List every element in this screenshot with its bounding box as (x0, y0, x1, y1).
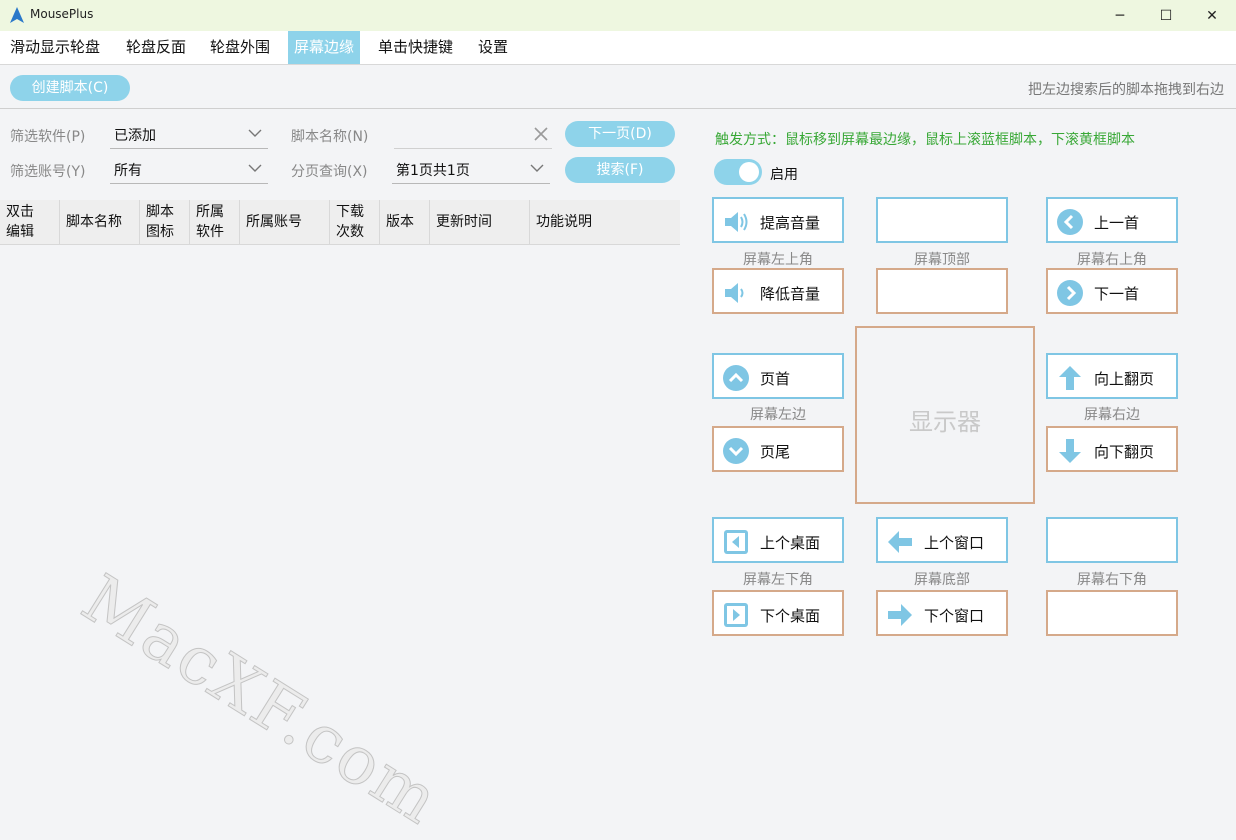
col-description[interactable]: 功能说明 (530, 200, 680, 244)
divider (0, 108, 1236, 109)
slot-label: 页尾 (760, 443, 791, 461)
menu-bar: 滑动显示轮盘 轮盘反面 轮盘外围 屏幕边缘 单击快捷键 设置 (0, 31, 1236, 65)
tab-wheel-outer[interactable]: 轮盘外围 (204, 31, 276, 64)
slot-bottom-up[interactable]: 上个窗口 (876, 517, 1008, 563)
slot-left-up[interactable]: 页首 (712, 353, 844, 399)
desktop-prev-icon (724, 530, 748, 554)
slot-bottom-right-up[interactable] (1046, 517, 1178, 563)
slot-top-up[interactable] (876, 197, 1008, 243)
chevron-down-icon (248, 129, 262, 137)
script-table-header: 双击 编辑 脚本名称 脚本 图标 所属 软件 所属账号 下载 次数 版本 更新时… (0, 200, 680, 245)
slot-bottom-down[interactable]: 下个窗口 (876, 590, 1008, 636)
filter-software-select[interactable]: 已添加 (110, 122, 268, 149)
slot-left-down[interactable]: 页尾 (712, 426, 844, 472)
window-title: MousePlus (30, 7, 94, 21)
page-query-select[interactable]: 第1页共1页 (392, 157, 550, 184)
slot-label: 上一首 (1094, 214, 1140, 232)
slot-label: 向下翻页 (1094, 443, 1155, 461)
filter-account-value: 所有 (114, 163, 142, 179)
tab-wheel-back[interactable]: 轮盘反面 (120, 31, 192, 64)
col-update-time[interactable]: 更新时间 (430, 200, 530, 244)
filter-account-select[interactable]: 所有 (110, 157, 268, 184)
tab-screen-edge[interactable]: 屏幕边缘 (288, 31, 361, 64)
page-query-label: 分页查询(X) (291, 164, 368, 180)
slot-top-left-up[interactable]: 提高音量 (712, 197, 844, 243)
clear-icon[interactable] (532, 125, 550, 143)
slot-top-down[interactable] (876, 268, 1008, 314)
arrow-down-icon (1059, 439, 1081, 463)
monitor-area: 显示器 (855, 326, 1035, 504)
zone-label-bottom-right: 屏幕右下角 (1077, 572, 1147, 588)
tab-click-hotkey[interactable]: 单击快捷键 (372, 31, 459, 64)
filter-software-label: 筛选软件(P) (10, 129, 86, 145)
close-button[interactable]: ✕ (1189, 0, 1235, 31)
script-name-input[interactable] (394, 122, 518, 146)
zone-label-bottom-left: 屏幕左下角 (743, 572, 813, 588)
zone-label-bottom: 屏幕底部 (914, 572, 970, 588)
monitor-label: 显示器 (909, 408, 981, 436)
slot-label: 下个桌面 (760, 607, 821, 625)
slot-label: 上个桌面 (760, 534, 821, 552)
page-query-value: 第1页共1页 (396, 163, 470, 179)
col-software[interactable]: 所属 软件 (190, 200, 240, 244)
col-version[interactable]: 版本 (380, 200, 430, 244)
minimize-button[interactable]: ─ (1097, 0, 1143, 31)
toggle-knob (739, 162, 759, 182)
slot-label: 下一首 (1094, 285, 1140, 303)
next-page-button[interactable]: 下一页(D) (565, 121, 675, 147)
drag-hint-text: 把左边搜索后的脚本拖拽到右边 (1028, 82, 1224, 98)
filter-account-label: 筛选账号(Y) (10, 164, 86, 180)
filter-software-value: 已添加 (114, 128, 156, 144)
chevron-up-icon (723, 365, 749, 391)
arrow-right-icon (888, 604, 912, 626)
next-icon (1057, 280, 1083, 306)
volume-up-icon (725, 212, 748, 232)
app-logo-icon (10, 7, 24, 23)
slot-top-right-down[interactable]: 下一首 (1046, 268, 1178, 314)
script-name-label: 脚本名称(N) (291, 129, 369, 145)
search-button[interactable]: 搜索(F) (565, 157, 675, 183)
arrow-left-icon (888, 531, 912, 553)
slot-top-left-down[interactable]: 降低音量 (712, 268, 844, 314)
slot-label: 降低音量 (760, 285, 821, 303)
zone-label-top-left: 屏幕左上角 (743, 252, 813, 268)
tab-slide-wheel[interactable]: 滑动显示轮盘 (4, 31, 106, 64)
tab-settings[interactable]: 设置 (472, 31, 514, 64)
arrow-up-icon (1059, 366, 1081, 390)
slot-right-up[interactable]: 向上翻页 (1046, 353, 1178, 399)
zone-label-top: 屏幕顶部 (914, 252, 970, 268)
col-double-click-edit[interactable]: 双击 编辑 (0, 200, 60, 244)
script-name-field (394, 122, 552, 149)
title-bar: MousePlus ─ ☐ ✕ (0, 0, 1236, 32)
watermark-text: MacXF.com (69, 560, 454, 840)
slot-label: 提高音量 (760, 214, 821, 232)
col-script-name[interactable]: 脚本名称 (60, 200, 140, 244)
slot-label: 上个窗口 (924, 534, 985, 552)
chevron-down-icon (248, 164, 262, 172)
slot-label: 页首 (760, 370, 791, 388)
col-script-icon[interactable]: 脚本 图标 (140, 200, 190, 244)
slot-label: 下个窗口 (924, 607, 985, 625)
slot-label: 向上翻页 (1094, 370, 1155, 388)
chevron-down-icon (530, 164, 544, 172)
create-script-button[interactable]: 创建脚本(C) (10, 75, 130, 101)
trigger-description: 触发方式：鼠标移到屏幕最边缘，鼠标上滚蓝框脚本，下滚黄框脚本 (715, 132, 1135, 148)
slot-top-right-up[interactable]: 上一首 (1046, 197, 1178, 243)
volume-down-icon (725, 283, 744, 303)
enable-toggle-label: 启用 (770, 167, 798, 183)
maximize-button[interactable]: ☐ (1143, 0, 1189, 31)
slot-bottom-left-up[interactable]: 上个桌面 (712, 517, 844, 563)
desktop-next-icon (724, 603, 748, 627)
zone-label-left: 屏幕左边 (750, 407, 806, 423)
slot-right-down[interactable]: 向下翻页 (1046, 426, 1178, 472)
enable-toggle[interactable] (714, 159, 762, 185)
previous-icon (1057, 209, 1083, 235)
slot-bottom-left-down[interactable]: 下个桌面 (712, 590, 844, 636)
slot-bottom-right-down[interactable] (1046, 590, 1178, 636)
col-account[interactable]: 所属账号 (240, 200, 330, 244)
col-download-count[interactable]: 下载 次数 (330, 200, 380, 244)
zone-label-top-right: 屏幕右上角 (1077, 252, 1147, 268)
chevron-down-icon (723, 438, 749, 464)
zone-label-right: 屏幕右边 (1084, 407, 1140, 423)
